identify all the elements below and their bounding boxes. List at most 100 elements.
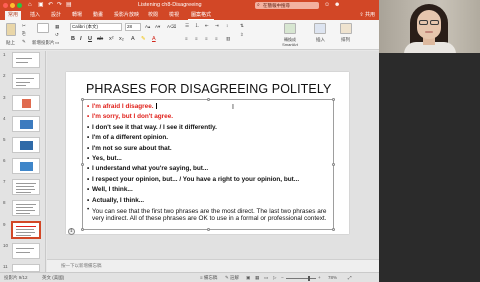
resize-handle[interactable]: [207, 228, 210, 231]
close-window-button[interactable]: [3, 3, 8, 8]
bullets-icon[interactable]: ☰: [185, 23, 189, 29]
list-item[interactable]: Yes, but...: [87, 154, 331, 165]
share-button[interactable]: ⇪ 共用: [359, 11, 375, 20]
tab-transitions[interactable]: 轉場: [69, 11, 85, 20]
list-item[interactable]: I respect your opinion, but... / You hav…: [87, 175, 331, 186]
sorter-view-icon[interactable]: ▦: [255, 275, 259, 281]
redo-icon[interactable]: ↷: [57, 1, 62, 10]
numbering-icon[interactable]: ⒈: [195, 23, 200, 29]
tab-slideshow[interactable]: 投影片放映: [111, 11, 142, 20]
cut-icon[interactable]: ✂: [22, 23, 26, 29]
superscript-icon[interactable]: x²: [109, 36, 114, 43]
resize-handle[interactable]: [332, 98, 335, 101]
resize-handle[interactable]: [207, 98, 210, 101]
tab-home[interactable]: 常用: [5, 11, 22, 20]
copy-icon[interactable]: ⎘: [22, 31, 26, 36]
arrange-icon[interactable]: [340, 23, 352, 34]
list-item[interactable]: I'm sorry, but I don't agree.: [87, 112, 331, 123]
align-left-icon[interactable]: ≡: [185, 36, 188, 41]
section-icon[interactable]: ▭: [55, 40, 59, 46]
strikethrough-icon[interactable]: ab: [97, 36, 103, 43]
notes-pane[interactable]: 按一下以新增備忘稿: [47, 259, 379, 272]
account-icon[interactable]: ☺: [324, 1, 330, 10]
align-center-icon[interactable]: ≡: [195, 36, 198, 41]
slide-thumbnail-8[interactable]: [12, 200, 40, 216]
zoom-slider[interactable]: [286, 278, 316, 279]
italic-icon[interactable]: I: [80, 36, 82, 43]
format-painter-icon[interactable]: ✎: [22, 39, 26, 45]
slide-thumbnail-4[interactable]: [12, 116, 40, 132]
slide-thumbnail-1[interactable]: [12, 52, 40, 68]
shrink-font-icon[interactable]: A▾: [155, 24, 160, 30]
resize-handle[interactable]: [332, 228, 335, 231]
slide-title[interactable]: PHRASES FOR DISAGREEING POLITELY: [86, 82, 331, 96]
slide-thumbnail-9[interactable]: [12, 222, 40, 238]
layout-icon[interactable]: ▦: [55, 24, 59, 30]
tab-design[interactable]: 設計: [48, 11, 64, 20]
slide-thumbnail-5[interactable]: [12, 137, 40, 153]
minimize-window-button[interactable]: [10, 3, 15, 8]
present-icon[interactable]: ▤: [66, 1, 72, 10]
tab-insert[interactable]: 插入: [27, 11, 43, 20]
list-item[interactable]: I understand what you're saying, but...: [87, 164, 331, 175]
insert-shapes-icon[interactable]: [314, 23, 326, 34]
font-color-icon[interactable]: A: [152, 36, 156, 43]
tab-shape-format[interactable]: 圖案格式: [188, 11, 215, 20]
grow-font-icon[interactable]: A▴: [145, 24, 150, 30]
tab-view[interactable]: 檢視: [166, 11, 182, 20]
list-item[interactable]: Well, I think...: [87, 185, 331, 196]
reset-icon[interactable]: ↺: [55, 32, 59, 38]
highlight-icon[interactable]: ✎: [141, 36, 146, 43]
autofit-options-icon[interactable]: ⇕: [68, 228, 75, 235]
decrease-indent-icon[interactable]: ⇤: [205, 23, 209, 29]
list-item[interactable]: I'm afraid I disagree.: [87, 102, 331, 113]
list-item[interactable]: I don't see it that way. / I see it diff…: [87, 123, 331, 134]
slide-thumbnail-7[interactable]: [12, 179, 40, 195]
list-item[interactable]: You can see that the first two phrases a…: [87, 206, 331, 222]
text-effects-icon[interactable]: A: [131, 36, 135, 43]
slide-thumbnail-6[interactable]: [12, 158, 40, 174]
slide-thumbnail-2[interactable]: [12, 73, 40, 89]
slide-thumbnail-10[interactable]: [12, 243, 40, 259]
subscript-icon[interactable]: x₂: [119, 36, 124, 43]
search-box[interactable]: ⌕ 在簡報中搜尋: [255, 2, 319, 9]
paste-icon[interactable]: [6, 23, 16, 36]
align-right-icon[interactable]: ≡: [205, 36, 208, 41]
feedback-icon[interactable]: ☻: [334, 1, 340, 10]
tab-animations[interactable]: 動畫: [90, 11, 106, 20]
align-text-icon[interactable]: ⇳: [240, 32, 244, 38]
text-direction-icon[interactable]: ⇅: [240, 23, 244, 29]
columns-icon[interactable]: ▥: [226, 36, 230, 42]
underline-icon[interactable]: U: [88, 36, 92, 43]
font-size-select[interactable]: 28: [125, 23, 141, 31]
justify-icon[interactable]: ≡: [215, 36, 218, 41]
zoom-level[interactable]: 78%: [328, 275, 337, 280]
save-icon[interactable]: ▣: [38, 1, 44, 10]
zoom-out-icon[interactable]: −: [281, 275, 284, 280]
zoom-slider-handle[interactable]: [308, 276, 310, 281]
home-icon[interactable]: ⌂: [28, 1, 32, 10]
slide-thumbnail-11[interactable]: [12, 264, 40, 272]
tab-review[interactable]: 校閱: [145, 11, 161, 20]
undo-icon[interactable]: ↶: [48, 1, 53, 10]
clear-format-icon[interactable]: A⌫: [167, 24, 176, 30]
notes-toggle-button[interactable]: ≡ 備忘稿: [200, 275, 217, 281]
zoom-in-icon[interactable]: +: [318, 275, 321, 280]
reading-view-icon[interactable]: ▭: [264, 275, 268, 281]
comments-button[interactable]: ✎ 註解: [225, 275, 239, 281]
increase-indent-icon[interactable]: ⇥: [215, 23, 219, 29]
resize-handle[interactable]: [332, 163, 335, 166]
list-item[interactable]: Actually, I think...: [87, 196, 331, 207]
language-indicator[interactable]: 英文 (美國): [42, 275, 64, 281]
resize-handle[interactable]: [81, 228, 84, 231]
normal-view-icon[interactable]: ▣: [246, 275, 250, 281]
font-name-select[interactable]: Calibri (本文): [70, 23, 122, 31]
maximize-window-button[interactable]: [17, 3, 22, 8]
slide-thumbnail-3[interactable]: [12, 95, 40, 111]
slideshow-view-icon[interactable]: ▷: [273, 275, 276, 281]
resize-handle[interactable]: [81, 98, 84, 101]
line-spacing-icon[interactable]: ↕: [226, 23, 228, 28]
resize-handle[interactable]: [81, 163, 84, 166]
list-item[interactable]: I'm of a different opinion.: [87, 133, 331, 144]
text-placeholder[interactable]: ⇕ I I'm afraid I disagree. I'm sorry, bu…: [68, 98, 335, 235]
